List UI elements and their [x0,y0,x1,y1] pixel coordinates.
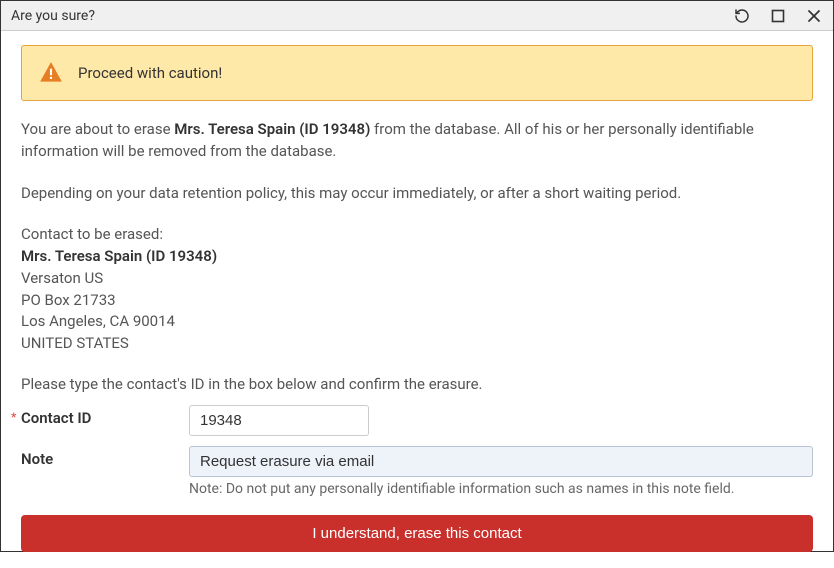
note-label: Note [21,446,189,468]
warning-text: Proceed with caution! [78,64,222,82]
refresh-icon[interactable] [733,7,751,25]
erase-confirm-button[interactable]: I understand, erase this contact [21,515,813,552]
intro-text-pre: You are about to erase [21,120,174,138]
contact-address-line2: Los Angeles, CA 90014 [21,311,813,333]
intro-contact-strong: Mrs. Teresa Spain (ID 19348) [174,120,370,138]
note-input[interactable] [189,446,813,477]
instruction-text: Please type the contact's ID in the box … [21,375,813,393]
close-icon[interactable] [805,7,823,25]
warning-alert: Proceed with caution! [21,45,813,101]
contact-block: Contact to be erased: Mrs. Teresa Spain … [21,224,813,355]
window-title: Are you sure? [11,8,95,24]
contact-id-input[interactable] [189,405,369,436]
contact-name: Mrs. Teresa Spain (ID 19348) [21,246,813,268]
contact-id-label: Contact ID [21,405,189,427]
titlebar: Are you sure? [1,1,833,31]
contact-company: Versaton US [21,268,813,290]
note-row: Note Note: Do not put any personally ide… [21,446,813,497]
window-controls [733,7,823,25]
maximize-icon[interactable] [769,7,787,25]
contact-address-line1: PO Box 21733 [21,290,813,312]
contact-country: UNITED STATES [21,333,813,355]
note-helper-text: Note: Do not put any personally identifi… [189,481,813,497]
retention-paragraph: Depending on your data retention policy,… [21,183,813,205]
contact-erased-label: Contact to be erased: [21,224,813,246]
warning-icon [38,60,64,86]
dialog-content: Proceed with caution! You are about to e… [1,31,833,568]
intro-paragraph: You are about to erase Mrs. Teresa Spain… [21,119,813,163]
contact-id-row: Contact ID [21,405,813,436]
